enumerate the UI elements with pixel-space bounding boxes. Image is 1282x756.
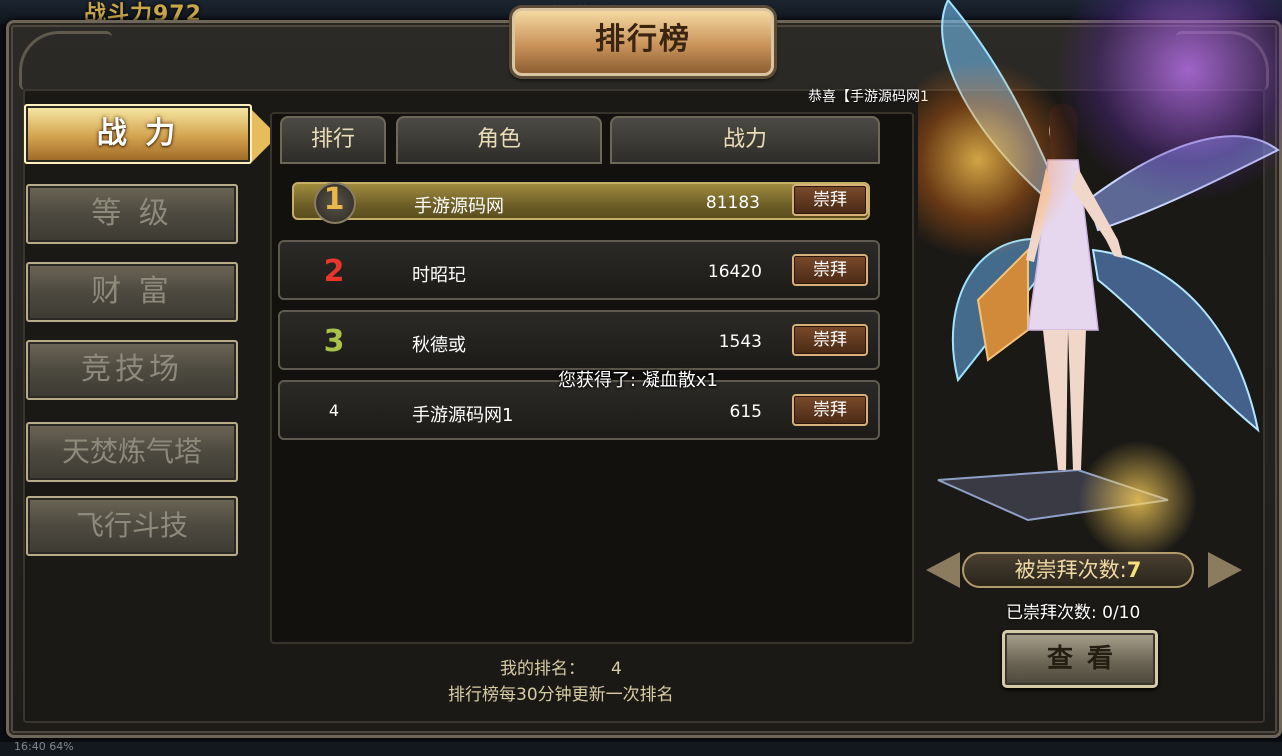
worship-button[interactable]: 崇拜 [792,394,868,426]
worship-done-count: 已崇拜次数: 0/10 [1006,603,1141,623]
table-row[interactable]: 3 秋德或 1543 崇拜 [278,310,880,370]
tab-tower[interactable]: 天焚炼气塔 [26,422,238,482]
device-status-bar: 16:40 64% [0,740,1282,756]
character-showcase [918,0,1282,600]
player-name: 手游源码网 [414,196,504,217]
my-rank-value: 4 [611,659,622,679]
player-power: 1543 [718,332,762,352]
rank-number: 3 [323,324,345,359]
column-header-rank: 排行 [280,116,386,164]
tab-wealth-label: 财 富 [91,274,173,309]
tab-flight-combat[interactable]: 飞行斗技 [26,496,238,556]
rank-number: 2 [323,254,345,289]
column-header-role: 角色 [396,116,602,164]
worshipped-count: 7 [1126,558,1142,582]
worship-button[interactable]: 崇拜 [792,324,868,356]
player-power: 16420 [707,262,762,282]
my-rank-label: 我的排名： [500,659,585,679]
player-name: 时昭玘 [412,265,466,286]
tab-flight-combat-label: 飞行斗技 [75,509,188,542]
tab-tower-label: 天焚炼气塔 [61,435,202,468]
worship-button[interactable]: 崇拜 [792,254,868,286]
reward-toast: 您获得了: 凝血散x1 [558,370,718,391]
plate-ornament-right-icon [1208,552,1242,588]
worship-button[interactable]: 崇拜 [792,184,868,216]
worshipped-count-plate: 被崇拜次数:7 [962,552,1194,588]
window-title: 排行榜 [512,8,774,76]
rank-number: 1 [323,182,345,217]
worshipped-label: 被崇拜次数: [1014,558,1127,582]
refresh-note: 排行榜每30分钟更新一次排名 [448,685,674,705]
tab-power[interactable]: 战 力 [24,104,278,164]
view-button[interactable]: 查看 [1002,630,1158,688]
device-status: 16:40 64% [14,740,74,753]
spark-glow [1078,440,1198,560]
broadcast-message: 恭喜【手游源码网1 [808,89,929,105]
my-rank: 我的排名： 4 [500,654,622,679]
frame-ornament-left [19,31,112,90]
table-row[interactable]: 2 时昭玘 16420 崇拜 [278,240,880,300]
plate-ornament-left-icon [926,552,960,588]
tab-level-label: 等 级 [91,196,173,231]
rank-number: 4 [328,401,340,420]
player-name: 手游源码网1 [412,405,514,426]
tab-level[interactable]: 等 级 [26,184,238,244]
tab-arena-label: 竞技场 [81,352,183,387]
tab-power-label: 战 力 [96,116,180,151]
player-name: 秋德或 [412,335,466,356]
column-header-power: 战力 [610,116,880,164]
table-row[interactable]: 1 手游源码网 81183 崇拜 [292,182,870,224]
tab-wealth[interactable]: 财 富 [26,262,238,322]
tab-arena[interactable]: 竞技场 [26,340,238,400]
player-power: 81183 [705,193,760,213]
player-power: 615 [729,402,762,422]
